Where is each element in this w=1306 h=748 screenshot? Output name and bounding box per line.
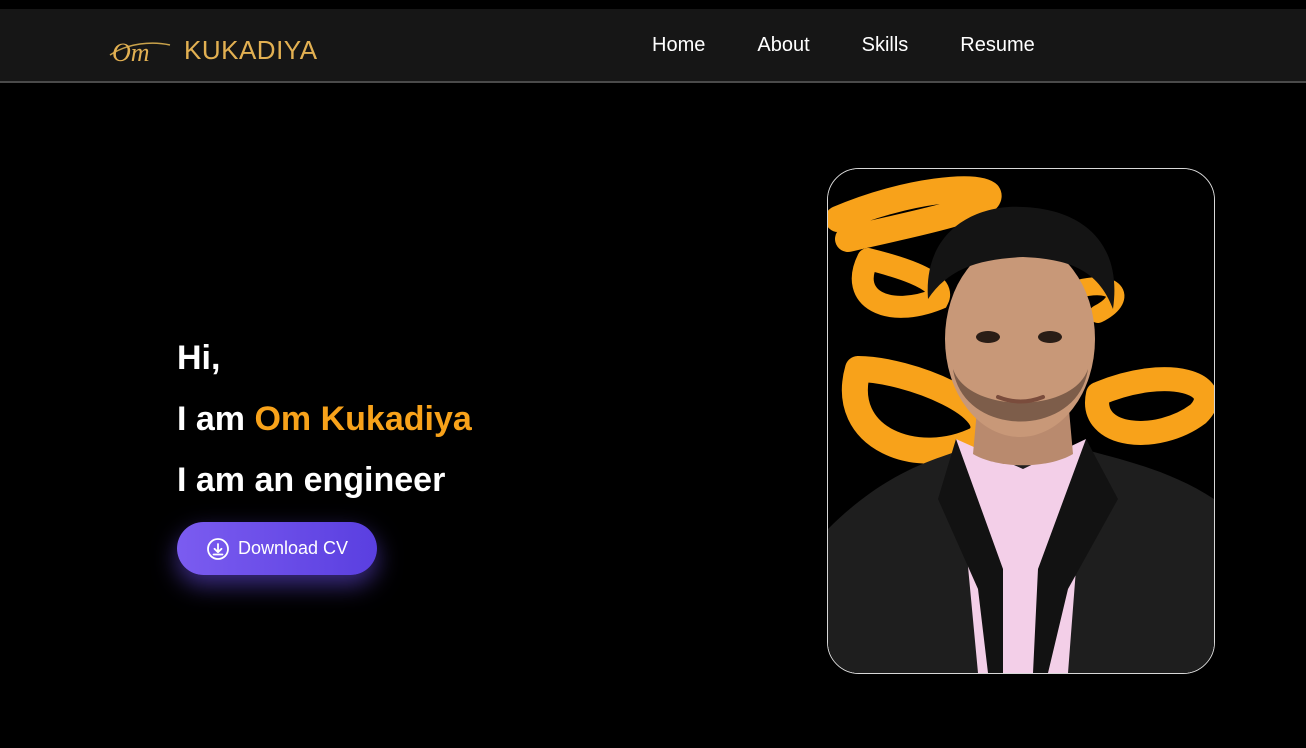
hero-text: Hi, I am Om Kukadiya I am an engineer xyxy=(177,336,472,519)
hero-role: I am an engineer xyxy=(177,461,446,499)
brand-name: KUKADIYA xyxy=(184,34,318,65)
profile-photo xyxy=(828,169,1214,673)
cloud-download-icon xyxy=(207,537,229,560)
nav-resume[interactable]: Resume xyxy=(960,34,1034,57)
download-cv-label: Download CV xyxy=(237,538,349,558)
hero-greeting: Hi, xyxy=(177,339,221,377)
brand-logo[interactable]: Om KUKADIYA xyxy=(108,33,318,67)
hero-intro-prefix: I am xyxy=(177,400,255,438)
hero-name: Om Kukadiya xyxy=(254,400,472,438)
profile-photo-frame xyxy=(827,168,1215,674)
download-cv-button[interactable]: Download CV xyxy=(177,522,377,575)
nav-skills[interactable]: Skills xyxy=(862,34,909,57)
top-strip xyxy=(0,0,1306,9)
navbar: Om KUKADIYA Home About Skills Resume xyxy=(0,9,1306,83)
om-logo-mark: Om xyxy=(109,38,171,67)
main-nav: Home About Skills Resume xyxy=(652,9,1087,81)
nav-home[interactable]: Home xyxy=(652,34,705,57)
hero-intro: I am Om Kukadiya xyxy=(177,397,472,441)
logo-mark-text: Om xyxy=(112,38,150,67)
nav-about[interactable]: About xyxy=(757,34,809,57)
